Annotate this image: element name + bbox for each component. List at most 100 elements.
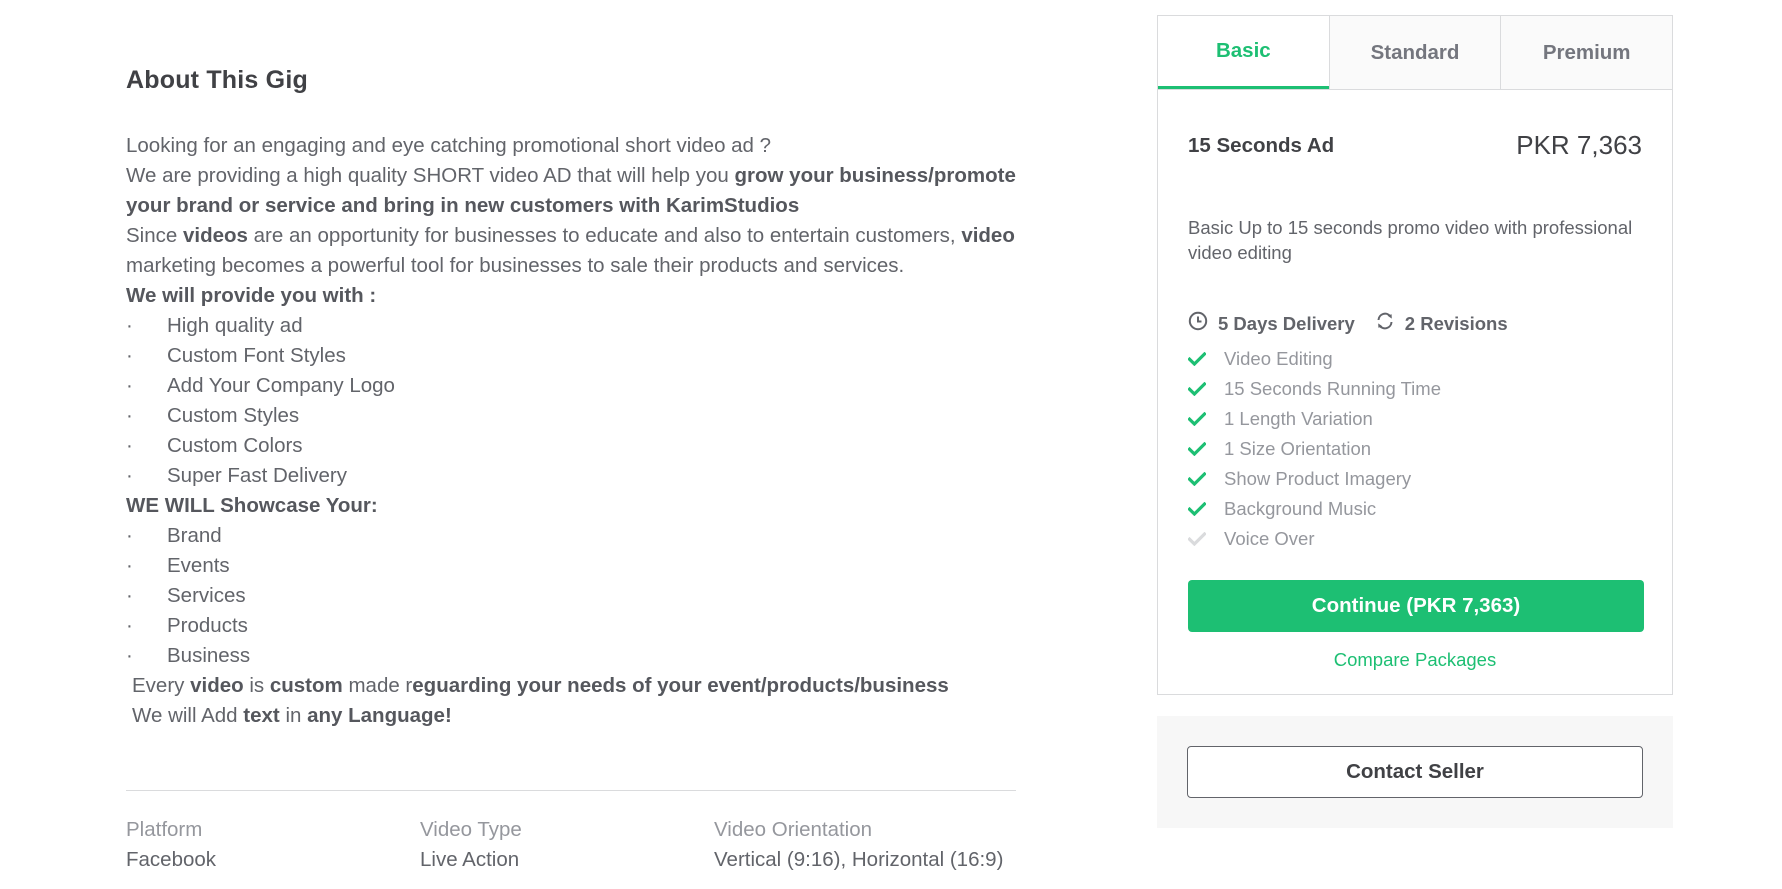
check-icon bbox=[1188, 412, 1224, 426]
package-price: PKR 7,363 bbox=[1516, 130, 1642, 160]
feature-label: 1 Length Variation bbox=[1224, 408, 1373, 429]
feature-label: Video Editing bbox=[1224, 348, 1333, 369]
tab-premium[interactable]: Premium bbox=[1500, 16, 1673, 89]
gig-description: Looking for an engaging and eye catching… bbox=[126, 131, 1016, 731]
package-info: 5 Days Delivery 2 Revisions bbox=[1188, 311, 1642, 336]
divider bbox=[126, 790, 1016, 791]
package-card: Basic Standard Premium 15 Seconds Ad PKR… bbox=[1157, 15, 1673, 695]
revisions-info: 2 Revisions bbox=[1375, 311, 1508, 336]
desc-bold: videos bbox=[182, 224, 248, 247]
feature-label: Background Music bbox=[1224, 498, 1377, 519]
bullet-text: Custom Colors bbox=[167, 434, 303, 457]
desc-line: Since videos are an opportunity for busi… bbox=[126, 221, 1016, 281]
bullet-text: Custom Font Styles bbox=[167, 344, 346, 367]
compare-packages-link[interactable]: Compare Packages bbox=[1188, 649, 1642, 671]
bullet-item: · Events bbox=[126, 551, 1016, 581]
desc-bold: video bbox=[961, 224, 1015, 247]
desc-text: marketing becomes a powerful tool for bu… bbox=[126, 254, 905, 277]
meta-label: Platform bbox=[126, 818, 203, 841]
package-description: Basic Up to 15 seconds promo video with … bbox=[1188, 217, 1633, 263]
gig-metadata: Platform Facebook Video Type Live Action… bbox=[126, 815, 1016, 875]
closing-line: Every video is custom made reguarding yo… bbox=[126, 671, 1016, 701]
desc-bold: video bbox=[190, 674, 244, 697]
desc-text: in bbox=[279, 704, 308, 727]
package-title: 15 Seconds Ad bbox=[1188, 133, 1335, 157]
showcase-list: · Brand · Events · Services · Products · Business bbox=[126, 521, 1016, 671]
delivery-label: 5 Days Delivery bbox=[1218, 312, 1355, 334]
feature-item: 15 Seconds Running Time bbox=[1188, 374, 1642, 404]
feature-label: Show Product Imagery bbox=[1224, 468, 1412, 489]
meta-label: Video Type bbox=[420, 818, 522, 841]
bullet-item: · Services bbox=[126, 581, 1016, 611]
feature-label: Voice Over bbox=[1224, 528, 1315, 549]
feature-item: 1 Size Orientation bbox=[1188, 434, 1642, 464]
bullet-text: Custom Styles bbox=[167, 404, 300, 427]
refresh-icon bbox=[1375, 311, 1405, 336]
delivery-info: 5 Days Delivery bbox=[1188, 311, 1355, 336]
check-icon bbox=[1188, 382, 1224, 396]
feature-item: Video Editing bbox=[1188, 344, 1642, 374]
about-title: About This Gig bbox=[126, 66, 308, 94]
meta-video-orientation: Video Orientation Vertical (9:16), Horiz… bbox=[714, 815, 1008, 875]
bullet-dot: · bbox=[126, 404, 133, 427]
desc-text: made r bbox=[342, 674, 413, 697]
bullet-dot: · bbox=[126, 344, 133, 367]
feature-label: 1 Size Orientation bbox=[1224, 438, 1372, 459]
bullet-text: High quality ad bbox=[167, 314, 303, 337]
bullet-text: Business bbox=[167, 644, 251, 667]
bullet-dot: · bbox=[126, 524, 133, 547]
bullet-dot: · bbox=[126, 614, 133, 637]
bullet-text: Events bbox=[167, 554, 230, 577]
desc-bold: any Language! bbox=[307, 704, 452, 727]
bullet-dot: · bbox=[126, 554, 133, 577]
contact-seller-button[interactable]: Contact Seller bbox=[1187, 746, 1643, 798]
bullet-text: Services bbox=[167, 584, 246, 607]
check-icon bbox=[1188, 532, 1224, 546]
provide-list: · High quality ad · Custom Font Styles · Add … bbox=[126, 311, 1016, 491]
feature-item: 1 Length Variation bbox=[1188, 404, 1642, 434]
bullet-dot: · bbox=[126, 374, 133, 397]
check-icon bbox=[1188, 352, 1224, 366]
bullet-item: · Custom Colors bbox=[126, 431, 1016, 461]
desc-text: Every bbox=[132, 674, 191, 697]
revisions-label: 2 Revisions bbox=[1404, 312, 1508, 334]
bullet-item: · Super Fast Delivery bbox=[126, 461, 1016, 491]
desc-text: is bbox=[243, 674, 270, 697]
desc-bold: text bbox=[243, 704, 280, 727]
bullet-text: Super Fast Delivery bbox=[167, 464, 348, 487]
bullet-item: · High quality ad bbox=[126, 311, 1016, 341]
desc-bold: custom bbox=[269, 674, 343, 697]
bullet-dot: · bbox=[126, 314, 133, 337]
check-icon bbox=[1188, 472, 1224, 486]
bullet-text: Brand bbox=[167, 524, 222, 547]
package-tabs: Basic Standard Premium bbox=[1158, 16, 1673, 90]
bullet-text: Add Your Company Logo bbox=[167, 374, 395, 397]
feature-item: Voice Over bbox=[1188, 524, 1642, 554]
desc-text: We will Add bbox=[132, 704, 244, 727]
feature-item: Background Music bbox=[1188, 494, 1642, 524]
bullet-item: · Products bbox=[126, 611, 1016, 641]
bullet-dot: · bbox=[126, 644, 133, 667]
tab-standard[interactable]: Standard bbox=[1328, 16, 1501, 89]
check-icon bbox=[1188, 442, 1224, 456]
showcase-header: WE WILL Showcase Your: bbox=[126, 494, 378, 517]
bullet-dot: · bbox=[126, 584, 133, 607]
meta-platform: Platform Facebook bbox=[126, 815, 420, 875]
package-header: 15 Seconds Ad PKR 7,363 bbox=[1188, 130, 1642, 161]
bullet-item: · Business bbox=[126, 641, 1016, 671]
meta-label: Video Orientation bbox=[714, 818, 873, 841]
tab-basic[interactable]: Basic bbox=[1158, 16, 1329, 89]
bullet-item: · Add Your Company Logo bbox=[126, 371, 1016, 401]
desc-text: are an opportunity for businesses to edu… bbox=[247, 224, 962, 247]
bullet-item: · Custom Font Styles bbox=[126, 341, 1016, 371]
meta-value: Live Action bbox=[420, 848, 520, 871]
closing-line: We will Add text in any Language! bbox=[126, 701, 1016, 731]
feature-label: 15 Seconds Running Time bbox=[1224, 378, 1441, 399]
continue-button[interactable]: Continue (PKR 7,363) bbox=[1188, 580, 1644, 632]
meta-value: Facebook bbox=[126, 848, 217, 871]
desc-text: We are providing a high quality SHORT vi… bbox=[126, 164, 735, 187]
desc-text: Since bbox=[126, 224, 183, 247]
check-icon bbox=[1188, 502, 1224, 516]
bullet-dot: · bbox=[126, 434, 133, 457]
feature-list: Video Editing 15 Seconds Running Time 1 Le… bbox=[1188, 344, 1642, 554]
